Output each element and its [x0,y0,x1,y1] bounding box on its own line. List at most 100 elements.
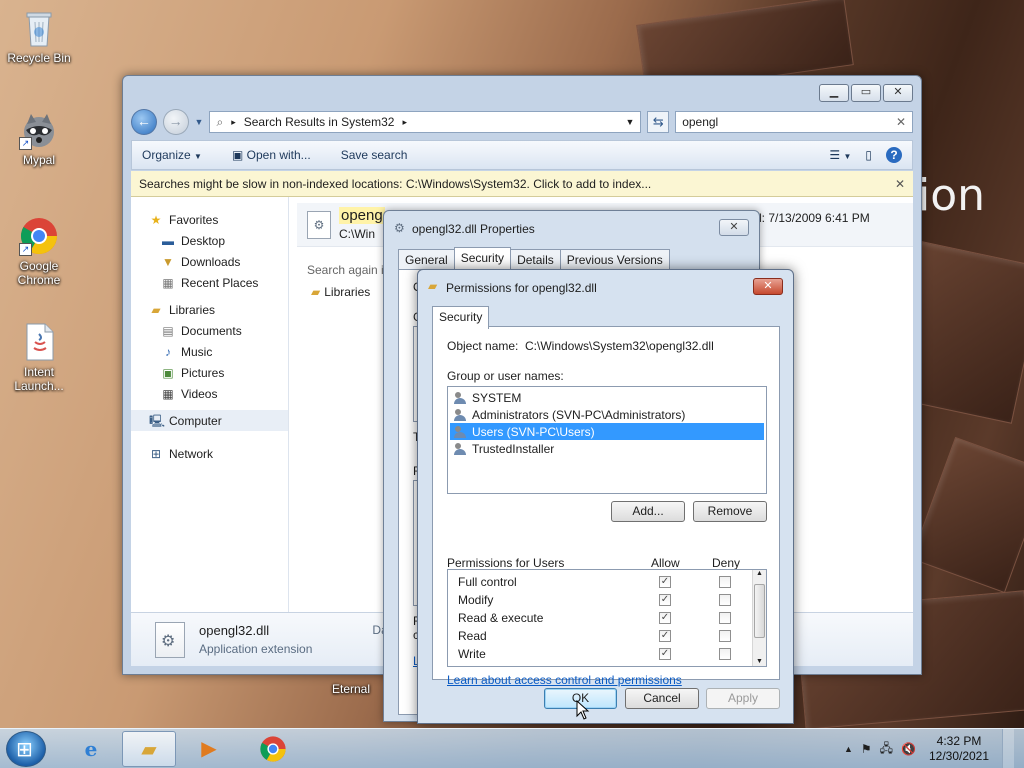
clear-search-icon[interactable]: ✕ [896,115,906,129]
close-button[interactable]: ✕ [753,278,783,295]
tab-security[interactable]: Security [453,247,512,270]
nav-computer[interactable]: 🖳 Computer [131,410,288,431]
allow-checkbox[interactable]: ✓ [659,594,671,606]
taskbar-media-player[interactable]: ▶ [182,731,236,767]
desktop-icon-chrome[interactable]: ↗ Google Chrome [1,216,77,287]
clock-time: 4:32 PM [936,734,982,748]
allow-column-header: Allow [651,556,680,570]
nav-documents[interactable]: ▤ Documents [131,320,288,341]
open-with-button[interactable]: ▣ Open with... [232,148,311,162]
libraries-link: Libraries [324,285,371,299]
desktop-icon-intent-launcher[interactable]: Intent Launch... [1,322,77,393]
result-path: C:\Win [339,227,375,241]
nav-pictures[interactable]: ▣ Pictures [131,362,288,383]
nav-favorites[interactable]: ★ Favorites [131,209,288,230]
user-list-item[interactable]: Administrators (SVN-PC\Administrators) [450,406,764,423]
allow-checkbox[interactable]: ✓ [659,648,671,660]
nav-label: Libraries [169,302,216,317]
user-list-item[interactable]: SYSTEM [450,389,764,406]
chrome-icon: ↗ [19,216,59,256]
save-search-button[interactable]: Save search [341,148,408,162]
group-user-list[interactable]: SYSTEM Administrators (SVN-PC\Administra… [447,386,767,494]
volume-muted-icon[interactable]: 🔇 [901,742,916,756]
deny-checkbox[interactable] [719,612,731,624]
cancel-button[interactable]: Cancel [625,688,699,709]
recent-pages-dropdown[interactable]: ▼ [195,117,204,127]
nav-label: Desktop [181,233,226,248]
allow-checkbox[interactable]: ✓ [659,630,671,642]
address-bar[interactable]: ⌕ ▸ Search Results in System32 ▸ ▼ [209,111,642,133]
back-button[interactable]: ← [131,109,157,135]
breadcrumb[interactable]: Search Results in System32 [244,115,395,129]
vertical-scrollbar[interactable]: ▲ ▼ [752,570,766,666]
organize-button[interactable]: Organize ▼ [142,148,202,162]
desktop-icon-eternal[interactable]: Eternal [313,682,389,696]
nav-label: Videos [181,386,218,401]
taskbar-explorer[interactable]: ▰ [122,731,176,767]
deny-checkbox[interactable] [719,594,731,606]
action-center-flag-icon[interactable]: ⚑ [861,742,872,756]
apply-button[interactable]: Apply [706,688,780,709]
allow-checkbox[interactable]: ✓ [659,576,671,588]
permission-row: Full control ✓ [448,573,766,591]
scroll-thumb[interactable] [754,584,765,638]
preview-pane-icon[interactable]: ▯ [865,148,872,162]
access-control-help-link[interactable]: Learn about access control and permissio… [447,673,682,687]
java-file-icon [19,322,59,362]
help-icon[interactable]: ? [886,147,902,163]
tab-security[interactable]: Security [432,306,490,329]
address-dropdown-icon[interactable]: ▼ [625,117,634,127]
show-hidden-icons-icon[interactable]: ▲ [844,744,853,754]
add-button[interactable]: Add... [611,501,685,522]
close-icon[interactable]: ✕ [895,177,905,191]
music-icon: ♪ [165,344,171,359]
deny-checkbox[interactable] [719,648,731,660]
network-icon[interactable]: 🖧 [880,739,893,760]
start-button[interactable] [6,731,46,767]
videos-icon: ▦ [162,386,174,401]
show-desktop-button[interactable] [1002,729,1014,768]
permissions-dialog: ▰ Permissions for opengl32.dll ✕ Securit… [417,269,794,724]
nav-desktop[interactable]: ▬ Desktop [131,230,288,251]
nav-libraries[interactable]: ▰ Libraries [131,299,288,320]
info-bar[interactable]: Searches might be slow in non-indexed lo… [131,171,913,197]
taskbar-chrome[interactable] [246,731,300,767]
search-box[interactable]: opengl ✕ [675,111,913,133]
remove-button[interactable]: Remove [693,501,767,522]
permission-name: Full control [458,575,517,589]
allow-checkbox[interactable]: ✓ [659,612,671,624]
deny-checkbox[interactable] [719,576,731,588]
network-icon: ⊞ [150,446,162,461]
search-input[interactable]: opengl [682,115,718,129]
clock[interactable]: 4:32 PM 12/30/2021 [924,734,994,764]
nav-music[interactable]: ♪ Music [131,341,288,362]
close-button[interactable]: ✕ [883,84,913,102]
user-list-item[interactable]: TrustedInstaller [450,440,764,457]
nav-network[interactable]: ⊞ Network [131,443,288,464]
close-button[interactable]: ✕ [719,219,749,236]
nav-recent-places[interactable]: ▦ Recent Places [131,272,288,293]
desktop-icon-recycle-bin[interactable]: Recycle Bin [1,8,77,65]
nav-label: Computer [169,413,222,428]
nav-videos[interactable]: ▦ Videos [131,383,288,404]
search-again-libraries[interactable]: ▰ Libraries [311,285,370,299]
shortcut-arrow-icon: ↗ [19,243,32,256]
forward-button[interactable]: → [162,109,189,135]
taskbar-ie[interactable]: e [64,731,118,767]
folder-icon: ▰ [311,285,321,299]
libraries-icon: ▰ [151,302,161,317]
scroll-up-icon[interactable]: ▲ [756,570,763,577]
maximize-button[interactable]: ▭ [851,84,881,102]
deny-checkbox[interactable] [719,630,731,642]
desktop-icon-mypal[interactable]: ↗ Mypal [1,110,77,167]
user-name: Administrators (SVN-PC\Administrators) [472,407,686,422]
user-group-icon [454,442,468,455]
change-view-icon[interactable]: ☰ ▼ [829,148,851,162]
minimize-button[interactable]: ▁ [819,84,849,102]
nav-downloads[interactable]: ▼ Downloads [131,251,288,272]
dll-file-icon: ⚙ [307,211,331,239]
user-list-item-selected[interactable]: Users (SVN-PC\Users) [450,423,764,440]
scroll-down-icon[interactable]: ▼ [756,658,763,665]
refresh-button[interactable]: ⇆ [647,111,670,133]
open-with-icon: ▣ [231,148,244,162]
